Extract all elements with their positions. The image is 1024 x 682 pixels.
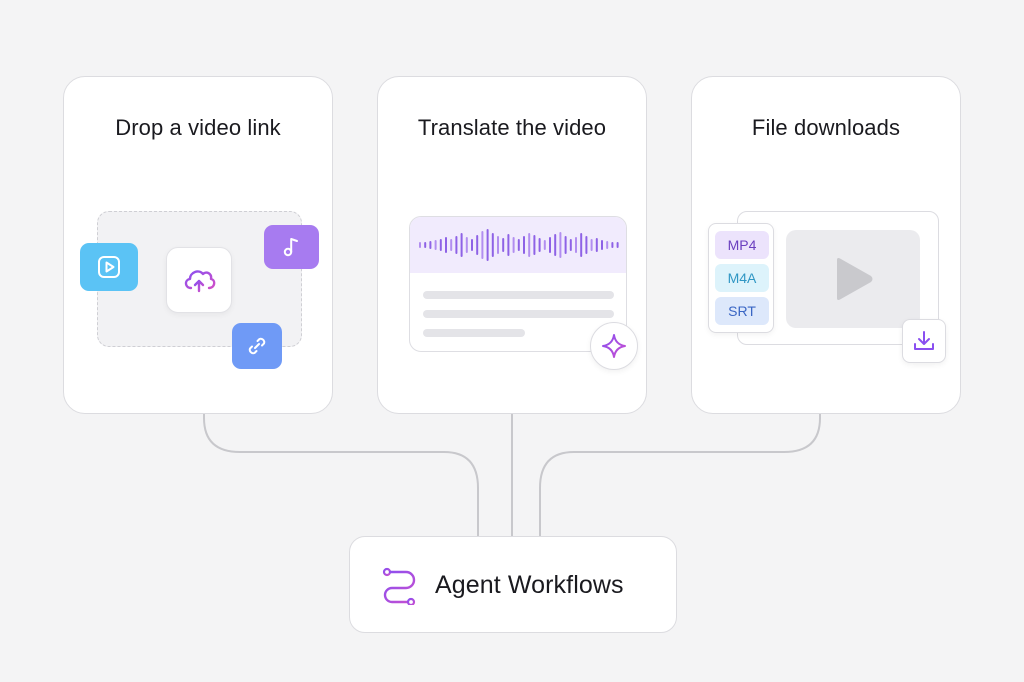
sparkle-icon bbox=[602, 334, 626, 358]
video-play-icon bbox=[98, 256, 120, 278]
connector-right bbox=[539, 414, 821, 536]
agent-workflows-box[interactable]: Agent Workflows bbox=[349, 536, 677, 633]
workflow-diagram: Drop a video link Translate the video Fi… bbox=[0, 0, 1024, 682]
card-file-downloads: File downloads MP4 M4A SRT bbox=[691, 76, 961, 414]
waveform-band bbox=[410, 217, 626, 273]
text-line bbox=[423, 310, 614, 318]
upload-button[interactable] bbox=[166, 247, 232, 313]
music-note-icon bbox=[283, 238, 298, 257]
format-m4a[interactable]: M4A bbox=[715, 264, 769, 292]
music-chip bbox=[264, 225, 319, 269]
card-drop-video-link: Drop a video link bbox=[63, 76, 333, 414]
download-button[interactable] bbox=[902, 319, 946, 363]
card-translate-video: Translate the video bbox=[377, 76, 647, 414]
text-line bbox=[423, 291, 614, 299]
card-title: File downloads bbox=[751, 115, 901, 140]
video-chip bbox=[80, 243, 138, 291]
audio-waveform-icon bbox=[419, 229, 619, 261]
format-srt[interactable]: SRT bbox=[715, 297, 769, 325]
format-list: MP4 M4A SRT bbox=[708, 223, 774, 333]
card-title: Translate the video bbox=[417, 115, 607, 140]
link-icon bbox=[248, 337, 266, 355]
card-title: Drop a video link bbox=[115, 115, 281, 140]
play-icon bbox=[837, 258, 873, 300]
format-mp4[interactable]: MP4 bbox=[715, 231, 769, 259]
link-chip bbox=[232, 323, 282, 369]
workflow-label: Agent Workflows bbox=[435, 571, 624, 599]
connector-left bbox=[203, 414, 479, 536]
video-screen[interactable] bbox=[786, 230, 920, 328]
text-line bbox=[423, 329, 525, 337]
cloud-upload-icon bbox=[184, 270, 216, 293]
ai-translate-button[interactable] bbox=[590, 322, 638, 370]
workflow-icon bbox=[382, 567, 416, 605]
download-icon bbox=[914, 331, 934, 350]
